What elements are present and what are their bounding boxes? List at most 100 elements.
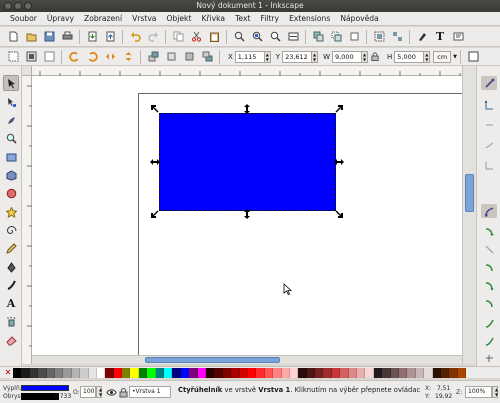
- color-swatch[interactable]: [122, 367, 131, 378]
- snap-centers-icon[interactable]: [481, 316, 497, 330]
- menu-path[interactable]: Křivka: [196, 12, 230, 26]
- color-swatch[interactable]: [113, 367, 123, 378]
- color-swatch[interactable]: [357, 367, 366, 378]
- color-swatch[interactable]: [373, 367, 383, 378]
- export-icon[interactable]: [103, 30, 117, 44]
- xml-editor-icon[interactable]: [451, 30, 465, 44]
- zoom-width-icon[interactable]: [286, 30, 300, 44]
- snap-nodes-icon[interactable]: [481, 204, 497, 218]
- fill-indicator[interactable]: [21, 385, 69, 391]
- y-input[interactable]: 23,612: [282, 50, 313, 63]
- open-icon[interactable]: [24, 30, 38, 44]
- snap-guides-icon[interactable]: [481, 351, 497, 365]
- clone-icon[interactable]: [329, 30, 343, 44]
- resize-handle-left[interactable]: [150, 157, 160, 167]
- vertical-scrollbar[interactable]: [462, 66, 476, 364]
- x-spin-arrows[interactable]: ▲ ▼: [264, 50, 271, 63]
- 3d-box-tool-icon[interactable]: [3, 167, 19, 183]
- color-swatch[interactable]: [440, 367, 450, 378]
- save-icon[interactable]: [42, 30, 56, 44]
- color-swatch[interactable]: [164, 367, 173, 378]
- color-swatch[interactable]: [155, 367, 165, 378]
- resize-handle-top[interactable]: [242, 104, 252, 114]
- tweak-tool-icon[interactable]: [3, 112, 19, 128]
- x-input[interactable]: 1,115: [234, 50, 265, 63]
- deselect-icon[interactable]: [42, 50, 56, 64]
- color-swatch[interactable]: [46, 367, 55, 378]
- minimize-window-button[interactable]: [14, 2, 22, 10]
- color-swatch[interactable]: [80, 367, 89, 378]
- horizontal-scrollbar[interactable]: [32, 355, 462, 364]
- menu-view[interactable]: Zobrazení: [79, 12, 127, 26]
- color-swatch[interactable]: [96, 367, 106, 378]
- spiral-tool-icon[interactable]: [3, 222, 19, 238]
- zoom-drawing-icon[interactable]: [250, 30, 264, 44]
- resize-handle-right[interactable]: [334, 157, 344, 167]
- resize-handle-bottom[interactable]: [242, 209, 252, 219]
- color-swatch[interactable]: [323, 367, 332, 378]
- color-swatch[interactable]: [189, 367, 198, 378]
- maximize-window-button[interactable]: [24, 2, 32, 10]
- lower-to-bottom-icon[interactable]: [200, 50, 214, 64]
- lock-layer-icon[interactable]: [118, 387, 129, 398]
- flip-horizontal-icon[interactable]: [103, 50, 117, 64]
- selector-tool-icon[interactable]: [3, 75, 19, 91]
- resize-handle-bottom-left[interactable]: [150, 209, 160, 219]
- color-swatch[interactable]: [432, 367, 441, 378]
- color-swatch[interactable]: [13, 367, 22, 378]
- select-all-layers-icon[interactable]: [24, 50, 38, 64]
- color-swatch[interactable]: [71, 367, 81, 378]
- snap-cusp-nodes-icon[interactable]: [481, 260, 497, 274]
- color-swatch[interactable]: [222, 367, 232, 378]
- color-swatch[interactable]: [105, 367, 114, 378]
- cut-icon[interactable]: [189, 30, 203, 44]
- undo-icon[interactable]: [128, 30, 142, 44]
- opacity-input[interactable]: 100: [80, 386, 96, 398]
- zoom-page-icon[interactable]: [268, 30, 282, 44]
- unlink-clone-icon[interactable]: [347, 30, 361, 44]
- text-font-icon[interactable]: T: [433, 30, 447, 44]
- menu-filters[interactable]: Filtry: [255, 12, 284, 26]
- color-swatch[interactable]: [29, 367, 39, 378]
- menu-file[interactable]: Soubor: [5, 12, 42, 26]
- color-swatch[interactable]: [365, 367, 374, 378]
- star-tool-icon[interactable]: [3, 204, 19, 220]
- color-swatch[interactable]: [172, 367, 181, 378]
- color-swatch[interactable]: [348, 367, 358, 378]
- color-swatch[interactable]: [239, 367, 248, 378]
- color-swatch[interactable]: [331, 367, 341, 378]
- unit-select[interactable]: cm: [433, 50, 452, 63]
- print-icon[interactable]: [60, 30, 74, 44]
- color-swatch[interactable]: [264, 367, 274, 378]
- zoom-tool-icon[interactable]: [3, 130, 19, 146]
- y-spin-arrows[interactable]: ▲ ▼: [312, 50, 319, 63]
- no-paint-swatch-icon[interactable]: ✕: [3, 368, 13, 378]
- snap-toggle-icon[interactable]: [481, 76, 497, 90]
- rotate-ccw-icon[interactable]: [67, 50, 81, 64]
- import-icon[interactable]: [85, 30, 99, 44]
- snap-smooth-nodes-icon[interactable]: [481, 278, 497, 292]
- opacity-spin-arrows[interactable]: ▲ ▼: [96, 386, 102, 398]
- menu-help[interactable]: Nápověda: [335, 12, 383, 26]
- color-swatch[interactable]: [197, 367, 206, 378]
- select-all-icon[interactable]: [6, 50, 20, 64]
- menu-text[interactable]: Text: [230, 12, 255, 26]
- redo-icon[interactable]: [146, 30, 160, 44]
- color-swatch[interactable]: [382, 367, 391, 378]
- new-document-icon[interactable]: [6, 30, 20, 44]
- spray-tool-icon[interactable]: [3, 313, 19, 329]
- blue-rectangle[interactable]: [159, 113, 336, 211]
- color-swatch[interactable]: [281, 367, 290, 378]
- menu-edit[interactable]: Úpravy: [42, 12, 79, 26]
- snap-page-border-icon[interactable]: [481, 334, 497, 348]
- color-swatch[interactable]: [424, 367, 433, 378]
- color-swatch[interactable]: [407, 367, 416, 378]
- color-swatch[interactable]: [205, 367, 215, 378]
- snap-paths-icon[interactable]: [481, 224, 497, 238]
- node-tool-icon[interactable]: [3, 94, 19, 110]
- vertical-scroll-thumb[interactable]: [465, 174, 474, 212]
- color-swatch[interactable]: [88, 367, 97, 378]
- color-swatch[interactable]: [130, 367, 139, 378]
- zoom-spin-arrows[interactable]: ▲ ▼: [492, 386, 498, 398]
- scale-stroke-icon[interactable]: [466, 50, 480, 64]
